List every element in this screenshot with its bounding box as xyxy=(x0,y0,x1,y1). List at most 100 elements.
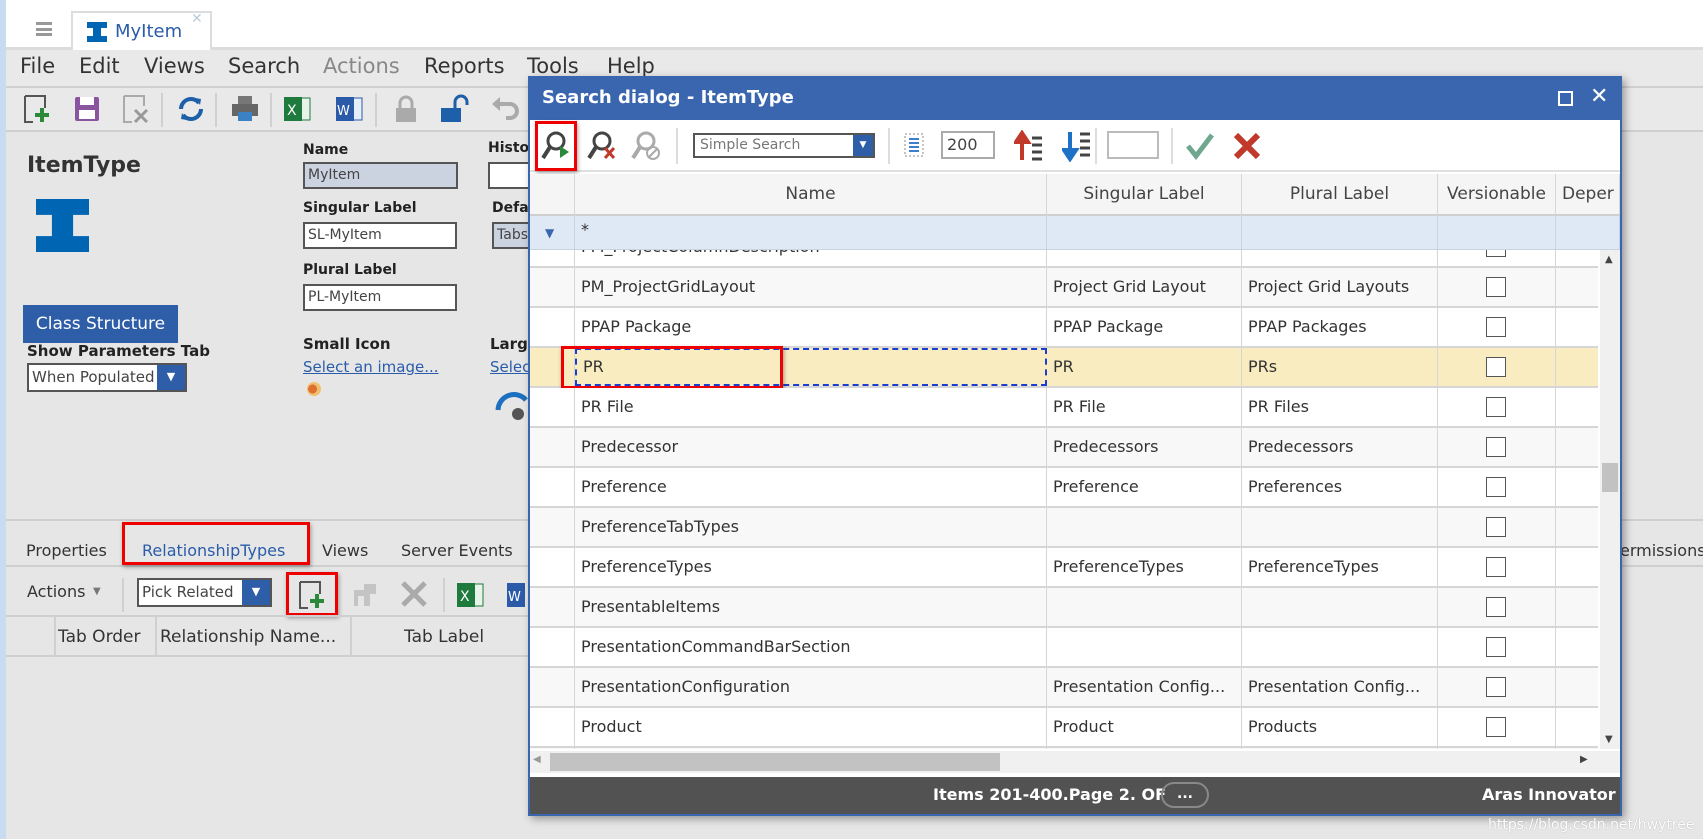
row-header-cell[interactable] xyxy=(530,548,575,586)
dependent-cell[interactable] xyxy=(1556,268,1598,306)
show-parameters-tab-select[interactable]: When Populated ▼ xyxy=(27,363,187,392)
save-icon[interactable] xyxy=(72,94,102,124)
dependent-cell[interactable] xyxy=(1556,708,1598,746)
sort-descending-icon[interactable] xyxy=(1062,130,1092,162)
singular-label-cell[interactable] xyxy=(1047,588,1242,626)
menu-tools[interactable]: Tools xyxy=(527,54,579,78)
versionable-cell[interactable] xyxy=(1438,388,1556,426)
print-icon[interactable] xyxy=(230,94,260,124)
versionable-cell[interactable] xyxy=(1438,250,1556,266)
search-mode-select[interactable]: Simple Search ▼ xyxy=(693,133,875,158)
row-header-cell[interactable] xyxy=(530,748,575,749)
table-row[interactable]: Preference Preference Preferences xyxy=(530,468,1598,508)
dependent-cell[interactable] xyxy=(1556,388,1598,426)
versionable-checkbox[interactable] xyxy=(1486,357,1506,377)
table-row[interactable]: PresentationConfiguration Presentation Co… xyxy=(530,668,1598,708)
column-name[interactable]: Name xyxy=(575,174,1047,216)
table-row[interactable]: PreferenceTabTypes xyxy=(530,508,1598,548)
select-large-icon-link[interactable]: Selec xyxy=(490,358,530,376)
versionable-checkbox[interactable] xyxy=(1486,637,1506,657)
menu-help[interactable]: Help xyxy=(607,54,655,78)
cancel-icon[interactable] xyxy=(1233,132,1261,160)
sort-ascending-icon[interactable] xyxy=(1014,130,1044,162)
row-header-cell[interactable] xyxy=(530,708,575,746)
excel-icon[interactable]: X xyxy=(455,580,485,610)
word-icon[interactable]: W xyxy=(505,580,529,610)
plural-label-cell[interactable]: Preferences xyxy=(1242,468,1438,506)
singular-label-cell[interactable]: PreferenceTypes xyxy=(1047,548,1242,586)
tab-properties[interactable]: Properties xyxy=(26,541,107,560)
versionable-cell[interactable] xyxy=(1438,268,1556,306)
scroll-left-icon[interactable]: ◀ xyxy=(533,754,541,765)
plural-label-cell[interactable]: PR Files xyxy=(1242,388,1438,426)
pick-replace-icon[interactable] xyxy=(350,580,380,610)
horizontal-scrollbar[interactable]: ◀ ▶ xyxy=(530,751,1620,773)
delete-icon[interactable] xyxy=(400,580,428,608)
versionable-checkbox[interactable] xyxy=(1486,477,1506,497)
versionable-cell[interactable] xyxy=(1438,708,1556,746)
dependent-cell[interactable] xyxy=(1556,250,1598,266)
plural-label-cell[interactable]: PRs xyxy=(1242,348,1438,386)
versionable-cell[interactable] xyxy=(1438,468,1556,506)
tab-permissions[interactable]: ermissions xyxy=(1620,541,1703,560)
versionable-checkbox[interactable] xyxy=(1486,437,1506,457)
column-tab-order[interactable]: Tab Order xyxy=(58,627,141,647)
filter-dependent-input[interactable] xyxy=(1556,216,1620,250)
singular-label-cell[interactable]: Project Grid Layout xyxy=(1047,268,1242,306)
menu-file[interactable]: File xyxy=(20,54,55,78)
tab-myitem[interactable]: MyItem ✕ xyxy=(71,11,212,51)
versionable-cell[interactable] xyxy=(1438,508,1556,546)
name-cell[interactable]: PM_ProjectGridLayout xyxy=(575,268,1047,306)
versionable-cell[interactable] xyxy=(1438,308,1556,346)
versionable-checkbox[interactable] xyxy=(1486,250,1506,257)
table-row[interactable] xyxy=(530,748,1598,749)
singular-label-cell[interactable] xyxy=(1047,748,1242,749)
new-item-icon[interactable] xyxy=(22,94,52,124)
column-relationship-name[interactable]: Relationship Name... xyxy=(160,627,336,647)
plural-label-field[interactable]: PL-MyItem xyxy=(303,284,457,311)
plural-label-cell[interactable] xyxy=(1242,250,1438,266)
versionable-checkbox[interactable] xyxy=(1486,677,1506,697)
row-header-cell[interactable] xyxy=(530,250,575,266)
checkmark-icon[interactable] xyxy=(1185,132,1215,160)
name-cell[interactable]: PresentationConfiguration xyxy=(575,668,1047,706)
filter-arrow-icon[interactable]: ▼ xyxy=(545,226,554,240)
menu-reports[interactable]: Reports xyxy=(424,54,505,78)
versionable-checkbox[interactable] xyxy=(1486,397,1506,417)
dependent-cell[interactable] xyxy=(1556,308,1598,346)
versionable-cell[interactable] xyxy=(1438,428,1556,466)
table-row[interactable]: PM_ProjectColumnDescription xyxy=(530,250,1598,268)
column-plural-label[interactable]: Plural Label xyxy=(1242,174,1438,216)
plural-label-cell[interactable] xyxy=(1242,508,1438,546)
singular-label-cell[interactable] xyxy=(1047,250,1242,266)
row-header-cell[interactable] xyxy=(530,628,575,666)
versionable-checkbox[interactable] xyxy=(1486,277,1506,297)
versionable-checkbox[interactable] xyxy=(1486,557,1506,577)
plural-label-cell[interactable]: PPAP Packages xyxy=(1242,308,1438,346)
scrollbar-thumb[interactable] xyxy=(1602,463,1618,492)
undo-icon[interactable] xyxy=(490,94,520,124)
singular-label-cell[interactable]: Preference xyxy=(1047,468,1242,506)
versionable-checkbox[interactable] xyxy=(1486,317,1506,337)
table-row[interactable]: PresentationCommandBarSection xyxy=(530,628,1598,668)
dependent-cell[interactable] xyxy=(1556,628,1598,666)
menu-search[interactable]: Search xyxy=(228,54,300,78)
pick-related-select[interactable]: Pick Related ▼ xyxy=(137,578,272,607)
versionable-checkbox[interactable] xyxy=(1486,717,1506,737)
lock-icon[interactable] xyxy=(391,94,421,124)
versionable-cell[interactable] xyxy=(1438,548,1556,586)
class-structure-button[interactable]: Class Structure xyxy=(23,305,178,343)
name-cell[interactable]: Preference xyxy=(575,468,1047,506)
singular-label-cell[interactable]: Predecessors xyxy=(1047,428,1242,466)
word-icon[interactable]: W xyxy=(334,94,364,124)
dependent-cell[interactable] xyxy=(1556,468,1598,506)
column-tab-label[interactable]: Tab Label xyxy=(404,627,484,647)
name-field[interactable]: MyItem xyxy=(303,162,458,189)
name-cell[interactable]: PresentationCommandBarSection xyxy=(575,628,1047,666)
refresh-icon[interactable] xyxy=(176,94,206,124)
singular-label-cell[interactable]: PR xyxy=(1047,348,1242,386)
filter-singular-input[interactable] xyxy=(1047,216,1242,250)
saved-search-disabled-icon[interactable] xyxy=(630,130,662,162)
column-versionable[interactable]: Versionable xyxy=(1438,174,1556,216)
singular-label-cell[interactable] xyxy=(1047,628,1242,666)
